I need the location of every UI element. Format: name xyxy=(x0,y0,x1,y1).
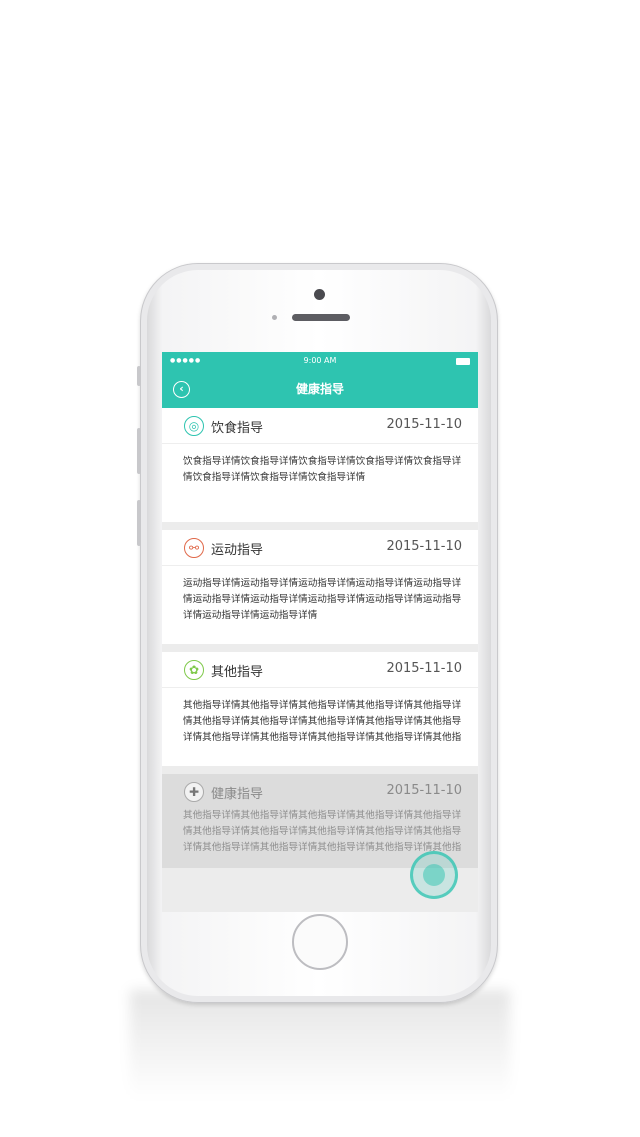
home-button[interactable] xyxy=(292,914,348,970)
status-bar: ●●●●● 9:00 AM xyxy=(162,352,478,370)
card-body: 运动指导详情运动指导详情运动指导详情运动指导详情运动指导详情运动指导详情运动指导… xyxy=(183,578,462,621)
front-camera xyxy=(314,289,325,300)
guidance-card-diet[interactable]: ◎ 饮食指导 2015-11-10 饮食指导详情饮食指导详情饮食指导详情饮食指导… xyxy=(162,408,478,522)
other-icon: ✿ xyxy=(184,660,204,680)
card-date: 2015-11-10 xyxy=(386,539,462,554)
mute-switch xyxy=(137,366,141,386)
card-title: 其他指导 xyxy=(211,665,264,680)
back-arrow-circle-icon[interactable]: ‹ xyxy=(173,381,190,398)
card-date: 2015-11-10 xyxy=(386,783,462,798)
guidance-list: ◎ 饮食指导 2015-11-10 饮食指导详情饮食指导详情饮食指导详情饮食指导… xyxy=(162,408,478,899)
guidance-card-exercise[interactable]: ⚯ 运动指导 2015-11-10 运动指导详情运动指导详情运动指导详情运动指导… xyxy=(162,530,478,644)
page-title: 健康指导 xyxy=(295,382,344,396)
card-body: 饮食指导详情饮食指导详情饮食指导详情饮食指导详情饮食指导详情饮食指导详情饮食指导… xyxy=(183,456,462,483)
proximity-sensor xyxy=(272,315,277,320)
health-cross-icon: ✚ xyxy=(184,782,204,802)
volume-down-button xyxy=(137,500,141,546)
card-date: 2015-11-10 xyxy=(386,417,462,432)
card-header: ⚯ 运动指导 2015-11-10 xyxy=(162,530,478,566)
status-time: 9:00 AM xyxy=(303,356,337,365)
card-body: 其他指导详情其他指导详情其他指导详情其他指导详情其他指导详情其他指导详情其他指导… xyxy=(183,700,462,743)
card-header: ✿ 其他指导 2015-11-10 xyxy=(162,652,478,688)
earpiece-speaker xyxy=(292,314,350,321)
battery-icon xyxy=(456,358,470,365)
phone-shadow xyxy=(130,990,510,1100)
signal-icon: ●●●●● xyxy=(170,357,202,364)
card-title: 饮食指导 xyxy=(211,421,264,436)
card-header: ◎ 饮食指导 2015-11-10 xyxy=(162,408,478,444)
touch-indicator xyxy=(410,851,458,899)
app-screen: ●●●●● 9:00 AM ‹ 健康指导 ◎ 饮食指导 2015-11-10 饮… xyxy=(162,352,478,912)
nav-bar: ‹ 健康指导 xyxy=(162,370,478,408)
guidance-card-other[interactable]: ✿ 其他指导 2015-11-10 其他指导详情其他指导详情其他指导详情其他指导… xyxy=(162,652,478,766)
diet-icon: ◎ xyxy=(184,416,204,436)
card-title: 运动指导 xyxy=(211,543,264,558)
card-title: 健康指导 xyxy=(211,787,264,802)
exercise-icon: ⚯ xyxy=(184,538,204,558)
card-date: 2015-11-10 xyxy=(386,661,462,676)
volume-up-button xyxy=(137,428,141,474)
card-header: ✚ 健康指导 2015-11-10 xyxy=(162,774,478,806)
